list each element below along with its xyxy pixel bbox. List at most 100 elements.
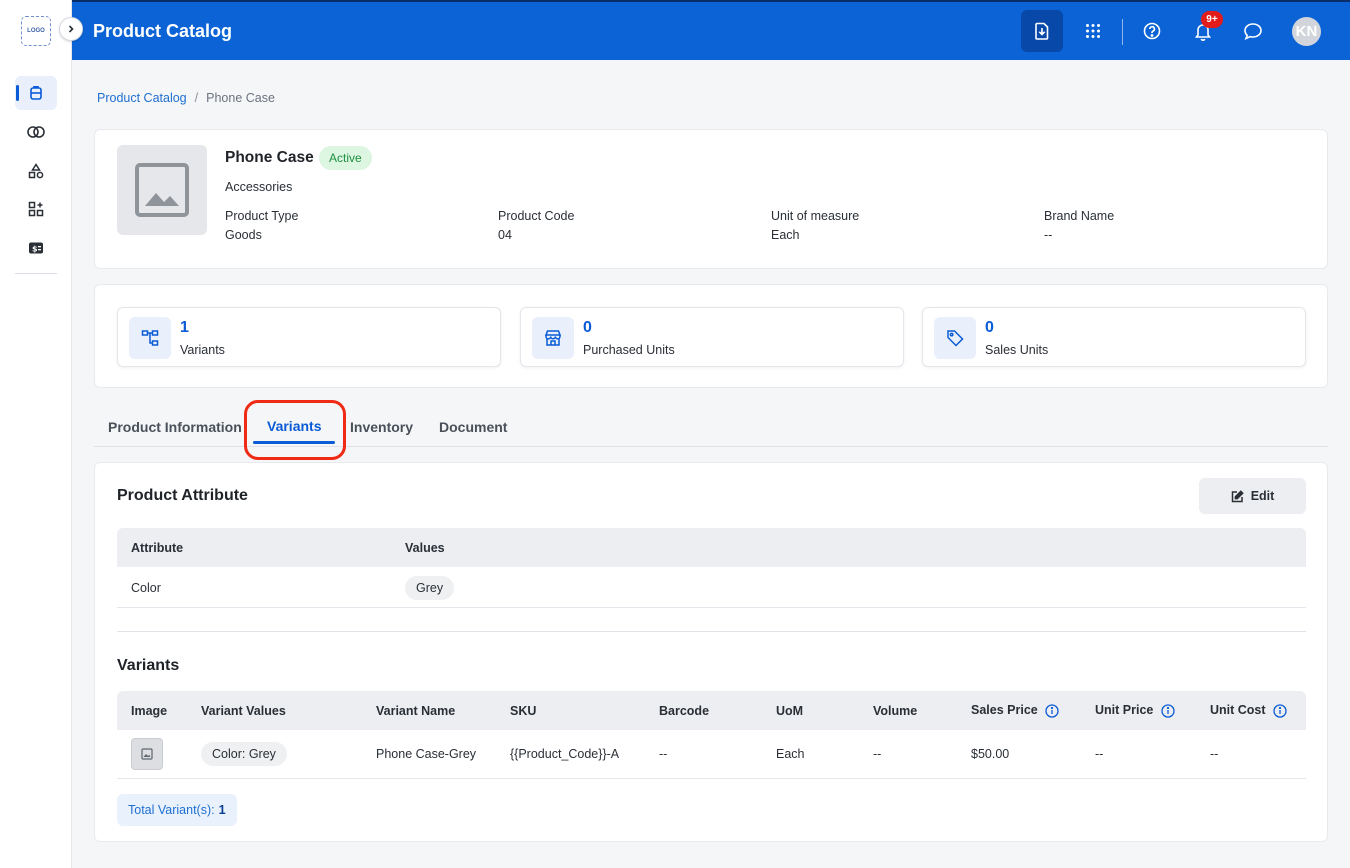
user-avatar[interactable]: KN xyxy=(1292,17,1321,46)
stats-card: 1 Variants 0 Purchased Units 0 Sales Uni… xyxy=(94,284,1328,388)
column-header-barcode: Barcode xyxy=(659,704,710,718)
product-type-value: Goods xyxy=(225,228,262,242)
total-variants-value: 1 xyxy=(218,803,226,817)
rings-icon xyxy=(27,126,45,138)
tab-document[interactable]: Document xyxy=(439,419,507,435)
variants-title: Variants xyxy=(117,657,180,674)
product-image xyxy=(117,145,207,235)
svg-text:$: $ xyxy=(32,245,38,254)
info-icon[interactable] xyxy=(1273,704,1287,718)
column-header-volume: Volume xyxy=(873,704,918,718)
app-title: Product Catalog xyxy=(93,21,233,41)
tab-product-information[interactable]: Product Information xyxy=(108,419,242,435)
info-icon[interactable] xyxy=(1045,704,1059,718)
stat-purchased-units: 0 Purchased Units xyxy=(520,307,904,367)
variant-sku: {{Product_Code}}-A xyxy=(510,747,620,761)
brand-name-value: -- xyxy=(1044,228,1053,242)
table-row[interactable]: Color: Grey Phone Case-Grey {{Product_Co… xyxy=(117,730,1306,778)
total-variants-label: Total Variant(s): xyxy=(128,803,215,817)
column-header-variant-values: Variant Values xyxy=(201,704,286,718)
column-header-variant-name: Variant Name xyxy=(376,704,456,718)
variants-panel: Product Attribute Edit Attribute Values … xyxy=(94,462,1328,842)
sidebar-divider xyxy=(15,273,57,274)
chat-button[interactable] xyxy=(1232,10,1274,52)
apps-icon xyxy=(28,201,44,217)
tab-bar: Product Information Variants Inventory D… xyxy=(94,402,1328,447)
product-attribute-title: Product Attribute xyxy=(117,487,248,504)
help-icon xyxy=(1143,22,1161,40)
help-button[interactable] xyxy=(1131,10,1173,52)
purchased-units-count: 0 xyxy=(583,319,592,336)
variants-label: Variants xyxy=(180,343,225,357)
attribute-table-header: Attribute Values xyxy=(117,528,1306,567)
breadcrumb-separator: / xyxy=(194,91,199,105)
total-variants-badge: Total Variant(s): 1 xyxy=(117,794,237,826)
active-tab-indicator xyxy=(253,441,335,444)
column-header-uom: UoM xyxy=(776,704,804,718)
unit-price-header-label: Unit Price xyxy=(1095,703,1154,717)
product-code-value: 04 xyxy=(498,228,512,242)
tab-inventory[interactable]: Inventory xyxy=(350,419,413,435)
column-header-values: Values xyxy=(405,541,445,555)
box-icon xyxy=(30,86,42,100)
shapes-icon xyxy=(28,163,44,179)
unit-of-measure-value: Each xyxy=(771,228,800,242)
tab-variants[interactable]: Variants xyxy=(267,418,321,434)
attribute-value-chip: Grey xyxy=(405,576,455,600)
hierarchy-icon xyxy=(141,330,159,346)
variant-name: Phone Case-Grey xyxy=(376,747,477,761)
breadcrumb: Product Catalog / Phone Case xyxy=(97,91,275,105)
stat-sales-units: 0 Sales Units xyxy=(922,307,1306,367)
variants-stat-icon-box xyxy=(129,317,171,359)
chevron-right-icon xyxy=(68,25,74,33)
info-icon[interactable] xyxy=(1161,704,1175,718)
status-badge: Active xyxy=(319,146,372,170)
edit-button-label: Edit xyxy=(1250,489,1275,503)
column-header-unit-cost: Unit Cost xyxy=(1210,703,1287,718)
sales-stat-icon-box xyxy=(934,317,976,359)
column-header-image: Image xyxy=(131,704,168,718)
header-divider xyxy=(1122,19,1123,45)
sales-units-label: Sales Units xyxy=(985,343,1049,357)
file-download-icon xyxy=(1035,22,1049,40)
purchased-stat-icon-box xyxy=(532,317,574,359)
attribute-name: Color xyxy=(131,581,161,595)
image-placeholder-icon xyxy=(135,163,189,217)
apps-menu-button[interactable] xyxy=(1072,10,1114,52)
unit-of-measure-label: Unit of measure xyxy=(771,209,860,223)
variant-barcode: -- xyxy=(659,747,668,761)
logo: LOGO xyxy=(21,16,51,46)
edit-button[interactable]: Edit xyxy=(1199,478,1306,514)
sidebar-toggle-button[interactable] xyxy=(59,17,83,41)
breadcrumb-link-product-catalog[interactable]: Product Catalog xyxy=(97,91,187,105)
sidebar-item-links[interactable] xyxy=(15,115,57,149)
export-button[interactable] xyxy=(1021,10,1063,52)
sidebar-item-products[interactable] xyxy=(15,76,57,110)
top-bar: Product Catalog 9+ KN xyxy=(72,0,1350,60)
notification-badge: 9+ xyxy=(1201,11,1223,28)
section-divider xyxy=(117,631,1306,632)
brand-name-label: Brand Name xyxy=(1044,209,1115,223)
variants-count: 1 xyxy=(180,319,189,336)
product-type-label: Product Type xyxy=(225,209,299,223)
purchased-units-label: Purchased Units xyxy=(583,343,675,357)
product-code-label: Product Code xyxy=(498,209,575,223)
variant-unit-price: -- xyxy=(1095,747,1104,761)
column-header-attribute: Attribute xyxy=(131,541,184,555)
variant-values-chip: Color: Grey xyxy=(201,742,287,766)
variant-sales-price: $50.00 xyxy=(971,747,1010,761)
sidebar-item-apps[interactable] xyxy=(15,192,57,226)
variants-table: Image Variant Values Variant Name SKU Ba… xyxy=(117,691,1306,779)
unit-cost-header-label: Unit Cost xyxy=(1210,703,1266,717)
sidebar-item-shapes[interactable] xyxy=(15,154,57,188)
sales-price-header-label: Sales Price xyxy=(971,703,1038,717)
sales-units-count: 0 xyxy=(985,319,994,336)
variant-image[interactable] xyxy=(131,738,163,770)
chat-icon xyxy=(1244,23,1262,40)
variant-volume: -- xyxy=(873,747,882,761)
breadcrumb-current: Phone Case xyxy=(206,91,275,105)
store-icon xyxy=(544,330,562,346)
attribute-table: Attribute Values Color Grey xyxy=(117,528,1306,608)
cash-icon: $ xyxy=(29,242,43,254)
sidebar-item-billing[interactable]: $ xyxy=(15,231,57,265)
